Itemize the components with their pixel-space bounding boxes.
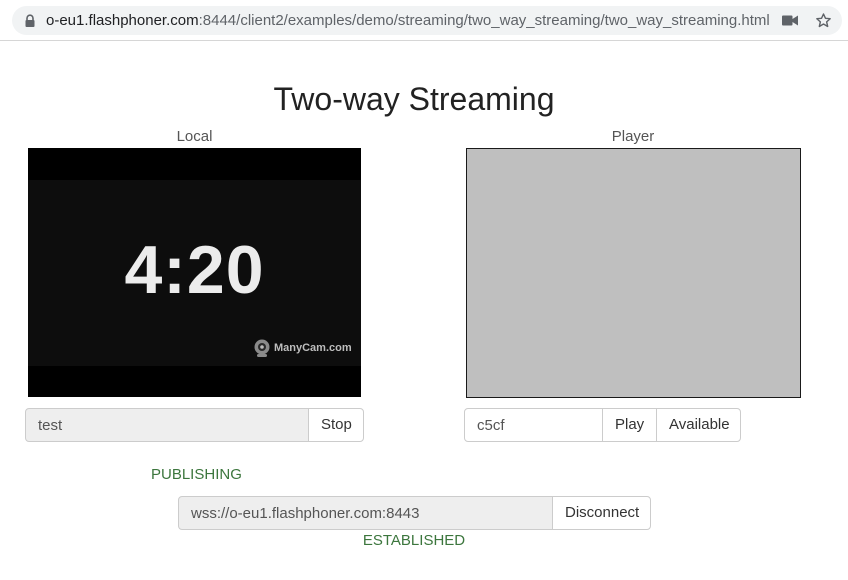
omnibox[interactable]: o-eu1.flashphoner.com:8444/client2/examp… xyxy=(12,6,842,35)
disconnect-button[interactable]: Disconnect xyxy=(552,496,651,530)
local-video[interactable]: 4:20 ManyCam.com xyxy=(28,148,361,397)
play-button[interactable]: Play xyxy=(602,408,657,442)
page-title: Two-way Streaming xyxy=(273,81,555,117)
browser-address-bar: o-eu1.flashphoner.com:8444/client2/examp… xyxy=(0,0,848,41)
publish-stream-input[interactable] xyxy=(25,408,309,442)
watermark-text: ManyCam.com xyxy=(274,342,352,354)
connection-status: ESTABLISHED xyxy=(362,532,466,549)
camera-icon[interactable] xyxy=(782,14,798,27)
webcam-icon xyxy=(254,339,270,357)
player-video[interactable] xyxy=(466,148,801,398)
server-url-input[interactable] xyxy=(178,496,554,530)
url-text[interactable]: o-eu1.flashphoner.com:8444/client2/examp… xyxy=(46,12,770,29)
stop-button[interactable]: Stop xyxy=(308,408,364,442)
url-path: :8444/client2/examples/demo/streaming/tw… xyxy=(198,12,770,29)
lock-icon[interactable] xyxy=(24,14,36,28)
video-clock-text: 4:20 xyxy=(124,232,265,308)
local-label: Local xyxy=(176,128,213,145)
player-label: Player xyxy=(611,128,655,145)
play-stream-input[interactable] xyxy=(464,408,603,442)
available-button[interactable]: Available xyxy=(656,408,741,442)
manycam-watermark: ManyCam.com xyxy=(252,338,352,358)
local-video-frame: 4:20 ManyCam.com xyxy=(28,180,361,366)
publish-status: PUBLISHING xyxy=(151,466,242,483)
star-icon[interactable] xyxy=(815,12,832,29)
url-host: o-eu1.flashphoner.com xyxy=(46,12,199,29)
